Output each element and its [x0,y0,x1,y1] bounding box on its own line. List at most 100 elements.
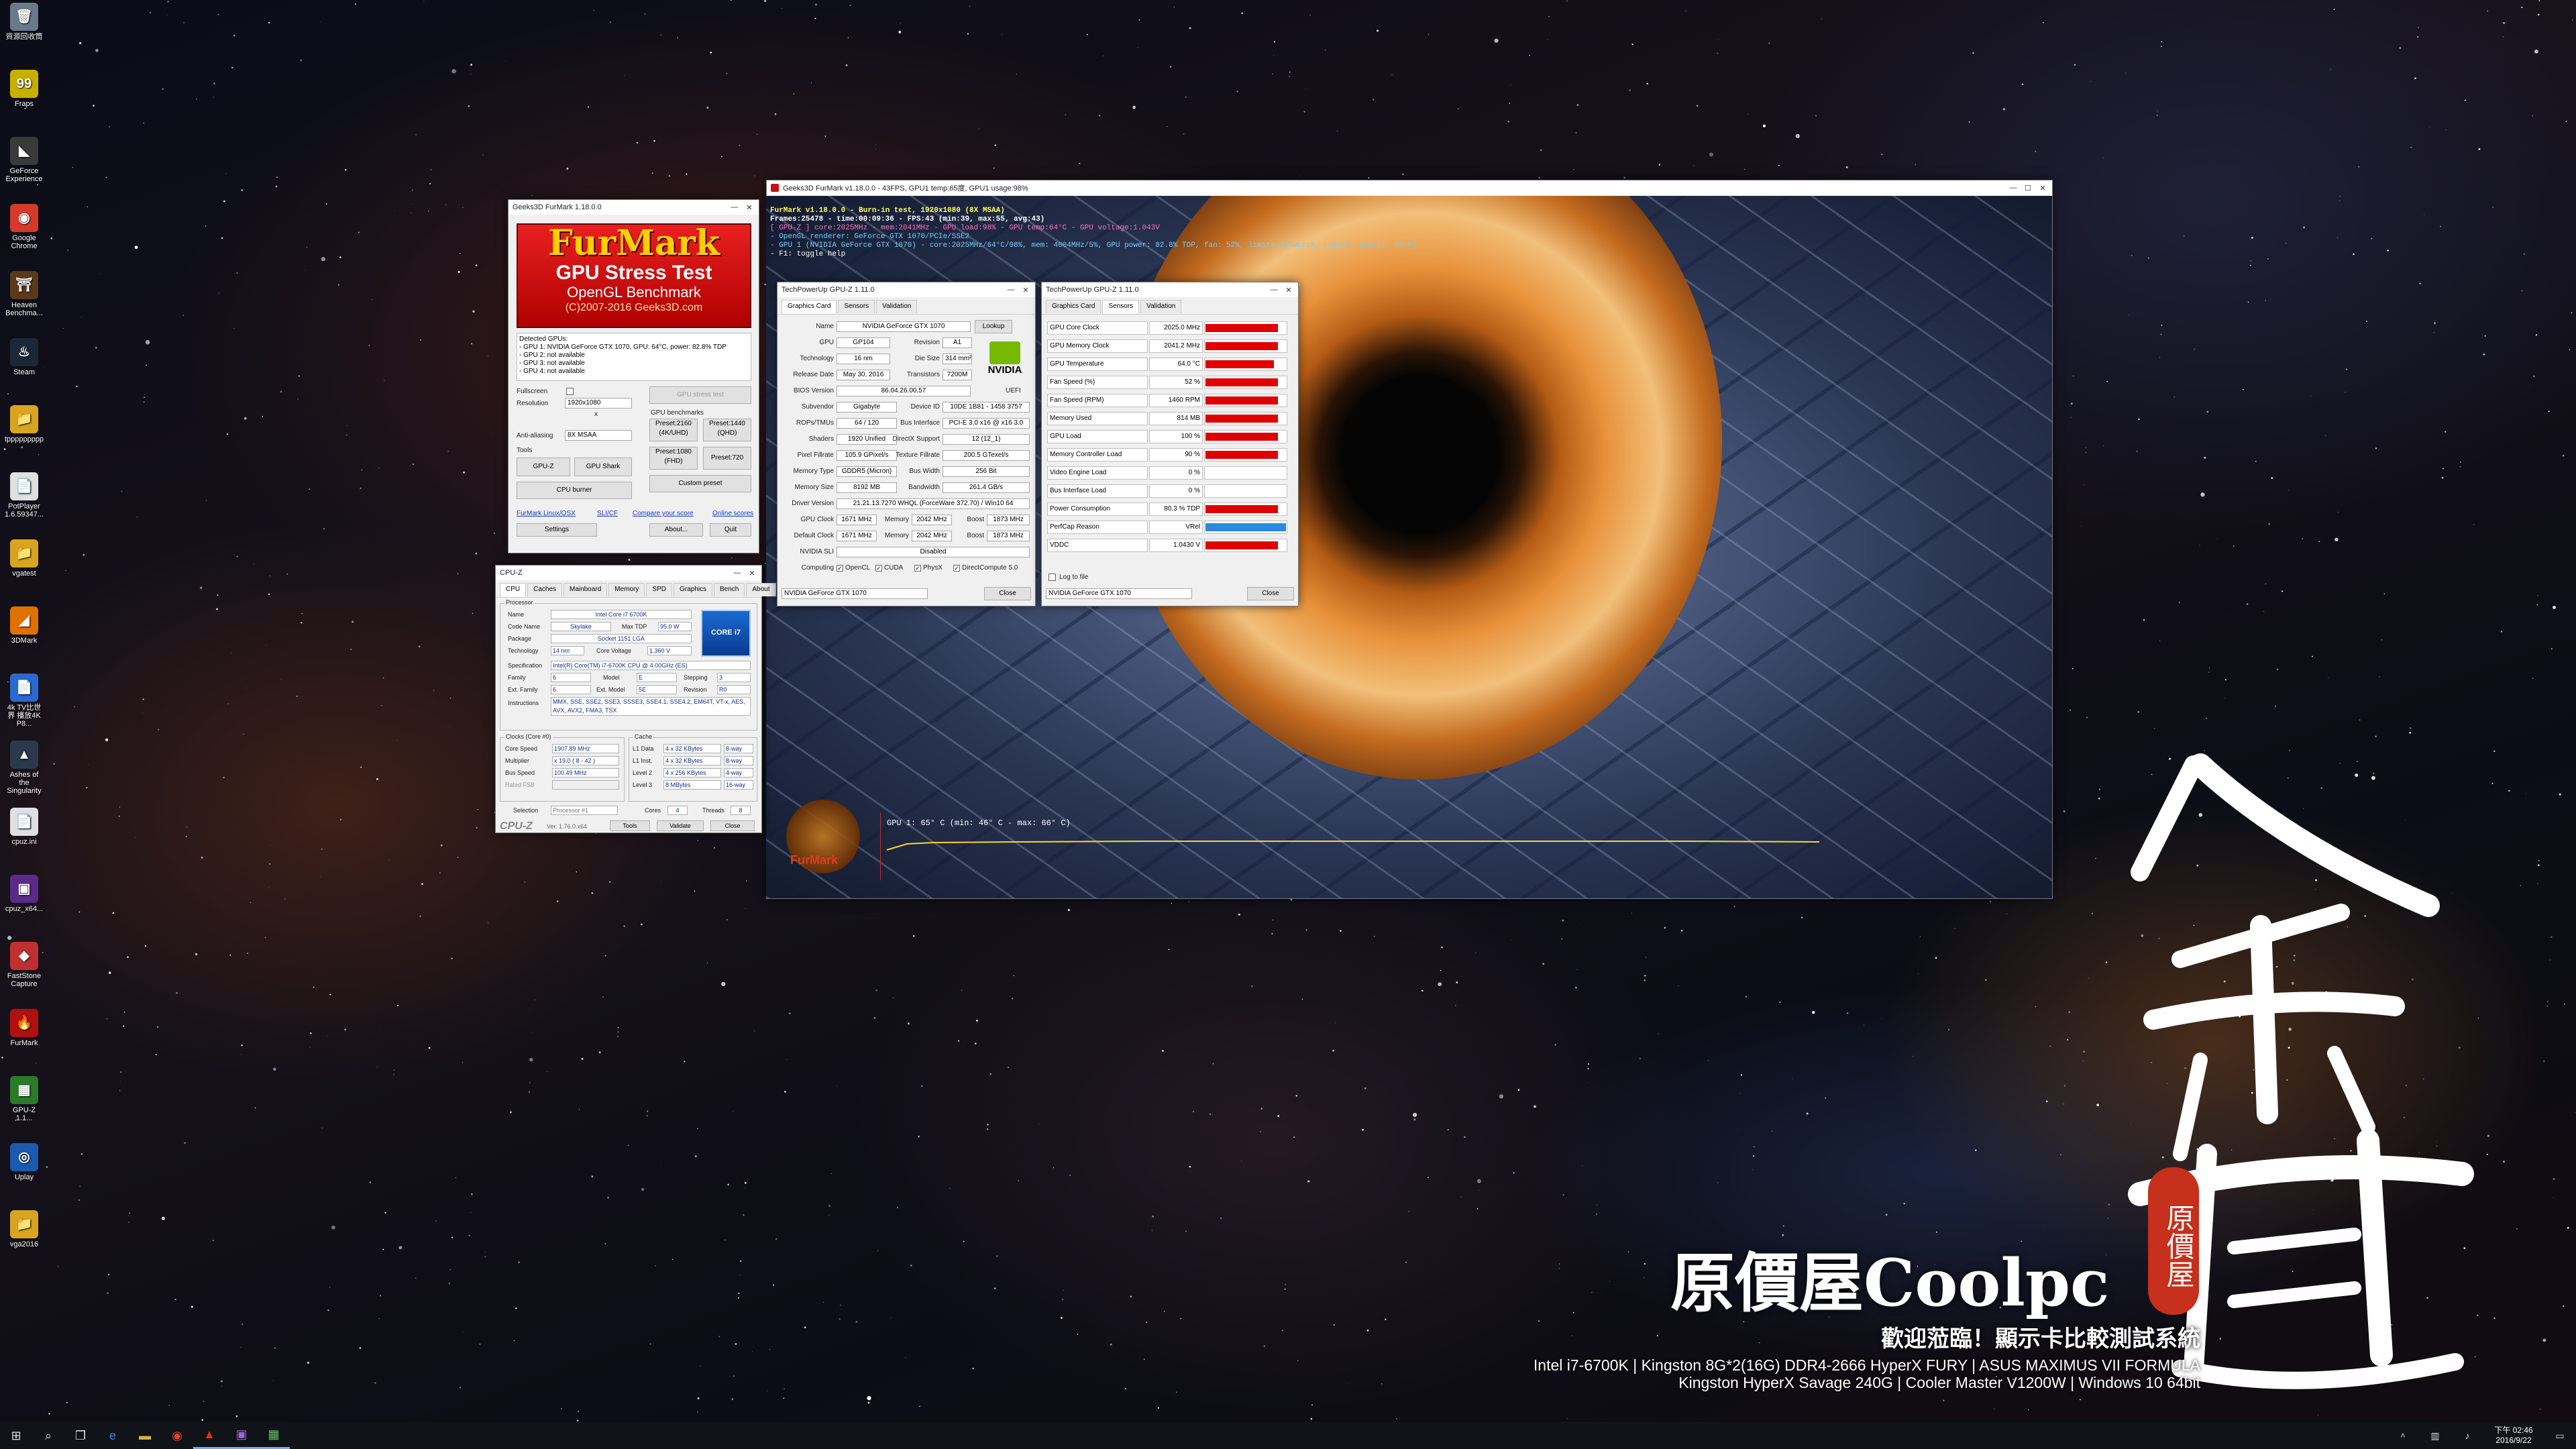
tab-validation[interactable]: Validation [876,300,918,313]
tab-bench[interactable]: Bench [714,583,745,596]
network-icon[interactable]: ▥ [2419,1422,2451,1449]
tab-memory[interactable]: Memory [608,583,645,596]
desktop-icon[interactable]: 99 Fraps [4,70,44,108]
file-explorer-icon[interactable]: ▬ [129,1422,161,1449]
close-icon[interactable]: ✕ [1020,286,1031,294]
tab-cpu[interactable]: CPU [500,583,527,596]
desktop-icon[interactable]: 📄 4k TV比世界 播放4K P8... [4,674,44,728]
desktop-icon[interactable]: 📄 cpuz.ini [4,808,44,846]
cpuz-taskbar-icon[interactable]: ▣ [225,1422,258,1449]
quit-button[interactable]: Quit [710,523,751,537]
preset-1080-button[interactable]: Preset:1080 (FHD) [649,447,698,470]
gpu-shark-button[interactable]: GPU Shark [574,458,632,476]
log-checkbox[interactable] [1049,574,1056,581]
minimize-icon[interactable]: — [2008,184,2019,192]
minimize-icon[interactable]: — [729,203,740,211]
tab-spd[interactable]: SPD [646,583,672,596]
sensor-name[interactable]: Fan Speed (RPM) [1047,394,1148,407]
gpuz-card-window[interactable]: TechPowerUp GPU-Z 1.11.0 — ✕ Graphics Car… [777,282,1036,606]
sensor-name[interactable]: GPU Core Clock [1047,321,1148,335]
close-button[interactable]: Close [710,820,755,831]
sensor-name[interactable]: Power Consumption [1047,502,1148,516]
chrome-icon[interactable]: ◉ [161,1422,193,1449]
furmark-launcher-window[interactable]: Geeks3D FurMark 1.18.0.0 — ✕ FurMark GPU … [508,199,759,553]
tools-button[interactable]: Tools [610,820,650,831]
desktop-icon[interactable]: ◎ Uplay [4,1143,44,1181]
close-icon[interactable]: ✕ [744,203,755,212]
desktop-icon[interactable]: ◉ Google Chrome [4,204,44,250]
link-online-scores[interactable]: Online scores [712,510,753,517]
desktop-icon[interactable]: ♨ Steam [4,338,44,376]
sensor-name[interactable]: GPU Temperature [1047,358,1148,371]
minimize-icon[interactable]: — [1269,286,1279,294]
close-button[interactable]: Close [1247,587,1294,600]
sensor-name[interactable]: GPU Load [1047,430,1148,443]
preset-1440-button[interactable]: Preset:1440 (QHD) [703,419,751,441]
gpuz-taskbar-icon[interactable]: ▦ [258,1422,290,1449]
desktop-icon[interactable]: ▣ cpuz_x64... [4,875,44,913]
preset-2160-button[interactable]: Preset:2160 (4K/UHD) [649,419,698,441]
settings-button[interactable]: Settings [517,523,597,537]
cpu-burner-button[interactable]: CPU burner [517,482,632,499]
tab-graphics[interactable]: Graphics [673,583,712,596]
gpuz-sensors-window[interactable]: TechPowerUp GPU-Z 1.11.0 — ✕ Graphics Car… [1041,282,1299,606]
search-icon[interactable]: ⌕ [32,1422,64,1449]
gpu-select[interactable]: NVIDIA GeForce GTX 1070 [782,588,928,599]
maximize-icon[interactable]: ☐ [2023,184,2033,193]
desktop-icon[interactable]: ◣ GeForce Experience [4,137,44,183]
windows-start-icon[interactable]: ⊞ [0,1422,32,1449]
processor-select[interactable]: Processor #1 [551,806,618,815]
desktop-icon[interactable]: ◢ 3DMark [4,606,44,645]
close-icon[interactable]: ✕ [2037,184,2048,193]
desktop-icon[interactable]: ▲ Ashes of the Singularity [4,741,44,795]
tab-graphics-card[interactable]: Graphics Card [1046,300,1102,313]
validate-button[interactable]: Validate [657,820,704,831]
gpu-stress-test-button[interactable]: GPU stress test [649,386,751,404]
sensor-name[interactable]: GPU Memory Clock [1047,339,1148,353]
sensor-name[interactable]: VDDC [1047,539,1148,552]
desktop-icon[interactable]: 📄 PotPlayer 1.6.59347... [4,472,44,519]
desktop-icon[interactable]: 📁 tppppppppp [4,405,44,443]
link-linux-osx[interactable]: FurMark Linux/OSX [517,510,576,517]
aa-select[interactable]: 8X MSAA [565,430,632,441]
close-icon[interactable]: ✕ [747,569,757,578]
tab-sensors[interactable]: Sensors [1102,300,1140,313]
desktop-icon[interactable]: ◆ FastStone Capture [4,942,44,988]
lookup-button[interactable]: Lookup [975,320,1012,333]
cpuz-window[interactable]: CPU-Z — ✕ CPU Caches Mainboard Memory SPD Grap… [495,565,776,833]
tab-sensors[interactable]: Sensors [838,300,875,313]
desktop-icon[interactable]: 📁 vgatest [4,539,44,578]
tab-about[interactable]: About [746,583,776,596]
custom-preset-button[interactable]: Custom preset [649,475,751,492]
preset-720-button[interactable]: Preset:720 [703,447,751,470]
furmark-taskbar-icon[interactable]: ▲ [193,1422,225,1449]
minimize-icon[interactable]: — [1006,286,1016,294]
tray-up-icon[interactable]: ˄ [2387,1422,2419,1449]
close-icon[interactable]: ✕ [1283,286,1294,294]
minimize-icon[interactable]: — [732,569,743,577]
about-button[interactable]: About... [649,523,703,537]
tab-caches[interactable]: Caches [527,583,563,596]
close-button[interactable]: Close [984,587,1031,600]
tab-graphics-card[interactable]: Graphics Card [782,300,837,313]
edge-icon[interactable]: e [97,1422,129,1449]
gpu-select[interactable]: NVIDIA GeForce GTX 1070 [1046,588,1192,599]
desktop-icon[interactable]: 🔥 FurMark [4,1009,44,1047]
fullscreen-checkbox[interactable] [566,388,574,395]
tab-mainboard[interactable]: Mainboard [564,583,608,596]
desktop-icon[interactable]: 🗑 資源回收筒 [4,3,44,41]
task-view-icon[interactable]: ❐ [64,1422,97,1449]
sensor-name[interactable]: Video Engine Load [1047,466,1148,480]
sensor-name[interactable]: Fan Speed (%) [1047,376,1148,389]
sensor-name[interactable]: Memory Used [1047,412,1148,425]
sensor-name[interactable]: Bus Interface Load [1047,484,1148,498]
volume-icon[interactable]: ♪ [2451,1422,2483,1449]
tab-validation[interactable]: Validation [1140,300,1182,313]
notification-icon[interactable]: ▭ [2544,1422,2576,1449]
link-compare-score[interactable]: Compare your score [633,510,694,517]
clock[interactable]: 下午 02:46 2016/9/22 [2483,1426,2544,1446]
desktop-icon[interactable]: ▦ GPU-Z 1.1... [4,1076,44,1122]
sensor-name[interactable]: PerfCap Reason [1047,521,1148,534]
desktop-icon[interactable]: 📁 vga2016 [4,1210,44,1248]
desktop-icon[interactable]: ⛩ Heaven Benchma... [4,271,44,317]
